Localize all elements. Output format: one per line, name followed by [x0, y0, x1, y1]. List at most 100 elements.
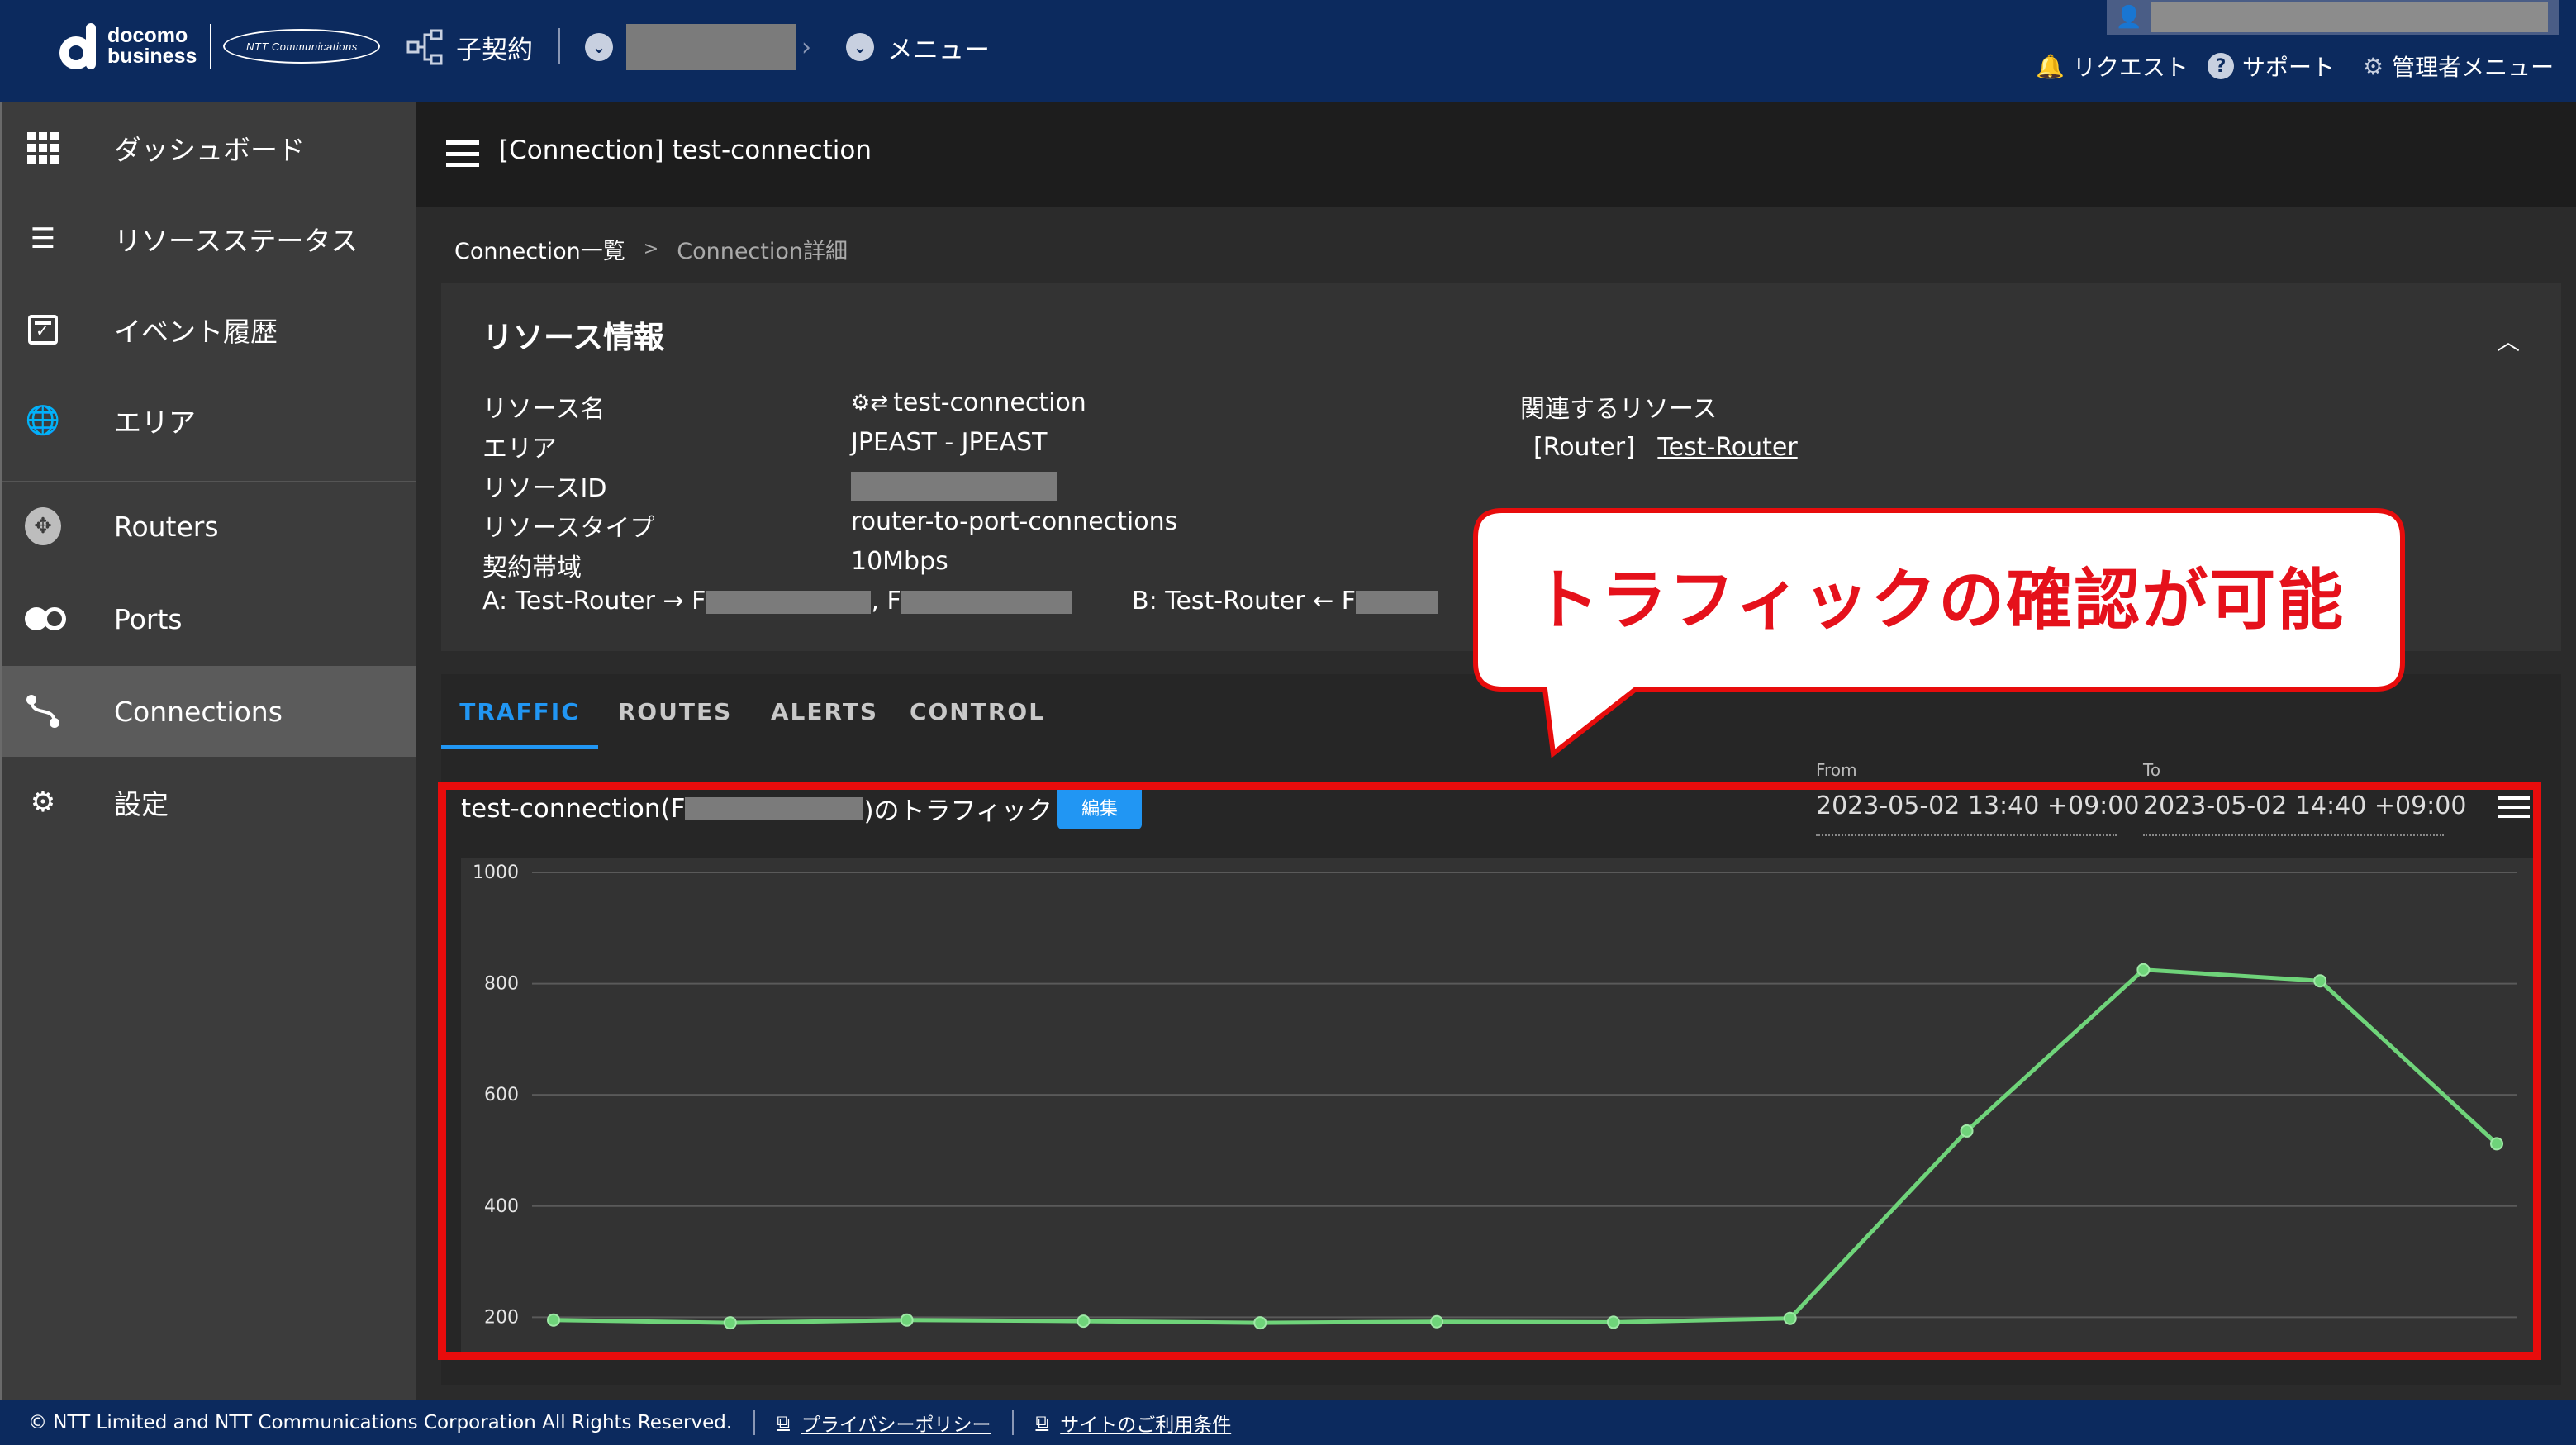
- callout-text: トラフィックの確認が可能: [1533, 562, 2345, 639]
- label-resource-id: リソースID: [482, 474, 607, 503]
- tenant-name-masked: [626, 24, 796, 70]
- sidebar-item-ports[interactable]: Ports: [2, 573, 416, 664]
- logo-text: docomo business: [107, 26, 197, 67]
- menu-button[interactable]: ⌄ メニュー: [846, 26, 990, 68]
- hamburger-menu-icon[interactable]: [446, 140, 479, 167]
- calendar-check-icon: [25, 311, 61, 348]
- tab-alerts[interactable]: ALERTS: [752, 674, 897, 749]
- router-icon: ✥: [25, 507, 61, 545]
- support-label: サポート: [2242, 54, 2336, 81]
- logo-line1: docomo: [107, 24, 188, 47]
- docomo-business-logo[interactable]: docomo business NTT Communications: [59, 23, 381, 69]
- breadcrumb-connection-list[interactable]: Connection一覧: [454, 233, 625, 265]
- external-link-icon: ⧉: [777, 1412, 790, 1433]
- resource-status-icon: ☰: [30, 222, 56, 255]
- logo-separator: [210, 24, 212, 69]
- footer-separator: [753, 1409, 756, 1435]
- tenant-selector[interactable]: ⌄ ›: [585, 24, 811, 70]
- globe-icon: 🌐: [25, 404, 61, 437]
- related-resource-type: [Router]: [1533, 433, 1635, 462]
- label-area: エリア: [482, 435, 557, 463]
- privacy-policy-label: プライバシーポリシー: [801, 1414, 991, 1436]
- tab-traffic[interactable]: TRAFFIC: [441, 674, 598, 749]
- terms-of-use-link[interactable]: ⧉ サイトのご利用条件: [1035, 1409, 1231, 1437]
- related-router-link[interactable]: Test-Router: [1657, 433, 1797, 462]
- sidebar: ダッシュボード ☰ リソースステータス イベント履歴 🌐 エリア ✥ Route…: [0, 102, 416, 1400]
- to-label: To: [2143, 760, 2161, 780]
- user-name-masked: [2151, 2, 2548, 32]
- sidebar-item-label: Routers: [114, 510, 219, 543]
- resource-info-heading: リソース情報: [482, 320, 665, 355]
- chevron-right-icon: ›: [801, 32, 811, 62]
- bell-icon: 🔔: [2036, 52, 2065, 80]
- label-resource-type: リソースタイプ: [482, 514, 655, 543]
- user-account-button[interactable]: 👤: [2107, 0, 2559, 35]
- endpoint-b-mask: [1356, 590, 1439, 614]
- resource-name-text: test-connection: [893, 388, 1086, 417]
- chevron-down-circle-icon: ⌄: [846, 33, 874, 61]
- header-separator: [558, 28, 560, 64]
- sub-contract-button[interactable]: 子契約: [406, 26, 533, 68]
- request-label: リクエスト: [2072, 54, 2189, 81]
- endpoint-b: B: Test-Router ← F: [1132, 587, 1439, 616]
- terms-of-use-label: サイトのご利用条件: [1060, 1414, 1232, 1436]
- related-router: [Router] Test-Router: [1533, 433, 1798, 462]
- user-icon: 👤: [2115, 5, 2143, 30]
- chevron-up-icon[interactable]: ︿: [2497, 324, 2520, 357]
- sidebar-item-label: リソースステータス: [114, 225, 359, 257]
- request-link[interactable]: 🔔 リクエスト: [2036, 48, 2189, 84]
- sidebar-item-settings[interactable]: ⚙ 設定: [2, 757, 416, 848]
- sidebar-item-dashboard[interactable]: ダッシュボード: [2, 102, 416, 193]
- sidebar-item-resource-status[interactable]: ☰ リソースステータス: [2, 193, 416, 284]
- hierarchy-icon: [406, 29, 443, 65]
- endpoint-b-prefix: B: Test-Router ← F: [1132, 587, 1357, 616]
- endpoint-a: A: Test-Router → F , F: [482, 587, 1072, 616]
- tab-control[interactable]: CONTROL: [897, 674, 1057, 749]
- ports-icon: [25, 601, 66, 637]
- endpoint-a-mid: , F: [871, 587, 901, 616]
- breadcrumb: Connection一覧 > Connection詳細: [454, 233, 848, 265]
- label-bandwidth: 契約帯域: [482, 554, 582, 582]
- admin-menu-label: 管理者メニュー: [2392, 54, 2555, 81]
- value-area: JPEAST - JPEAST: [851, 428, 1048, 457]
- page-titlebar: [Connection] test-connection: [416, 102, 2576, 207]
- value-resource-type: router-to-port-connections: [851, 507, 1178, 536]
- connection-icon: [25, 693, 61, 730]
- sidebar-item-connections[interactable]: Connections: [2, 666, 416, 757]
- sidebar-item-event-history[interactable]: イベント履歴: [2, 284, 416, 375]
- tab-routes[interactable]: ROUTES: [598, 674, 752, 749]
- value-resource-id-masked: [851, 471, 1057, 501]
- sidebar-item-label: イベント履歴: [114, 316, 278, 348]
- sub-contract-label: 子契約: [456, 35, 533, 65]
- top-header: docomo business NTT Communications 子契約 ⌄…: [0, 0, 2576, 102]
- label-related-resources: 関連するリソース: [1520, 395, 1718, 424]
- external-link-icon: ⧉: [1035, 1412, 1049, 1433]
- connection-type-icon: ⚙⇄: [851, 390, 889, 416]
- endpoint-a-mask-2: [901, 590, 1072, 614]
- endpoint-a-prefix: A: Test-Router → F: [482, 587, 706, 616]
- privacy-policy-link[interactable]: ⧉ プライバシーポリシー: [777, 1409, 991, 1437]
- footer-separator: [1012, 1409, 1015, 1435]
- dashboard-grid-icon: [25, 130, 61, 166]
- breadcrumb-separator: >: [643, 239, 659, 259]
- sidebar-item-area[interactable]: 🌐 エリア: [2, 375, 416, 466]
- traffic-highlight-frame: [438, 782, 2541, 1360]
- traffic-callout: トラフィックの確認が可能: [1471, 506, 2407, 758]
- gear-icon: ⚙: [30, 786, 56, 819]
- footer-copyright: © NTT Limited and NTT Communications Cor…: [28, 1411, 733, 1433]
- ntt-communications-logo: NTT Communications: [223, 29, 381, 64]
- admin-menu-link[interactable]: ⚙ 管理者メニュー: [2363, 48, 2554, 84]
- sidebar-item-label: 設定: [114, 788, 169, 820]
- value-bandwidth: 10Mbps: [851, 547, 948, 576]
- footer: © NTT Limited and NTT Communications Cor…: [0, 1400, 2576, 1445]
- label-resource-name: リソース名: [482, 395, 606, 424]
- breadcrumb-current: Connection詳細: [677, 239, 848, 264]
- question-icon: ?: [2208, 53, 2234, 79]
- gear-icon: ⚙: [2363, 52, 2384, 80]
- sidebar-item-routers[interactable]: ✥ Routers: [2, 481, 416, 572]
- menu-label: メニュー: [887, 35, 990, 65]
- value-resource-name: ⚙⇄ test-connection: [851, 388, 1086, 417]
- sidebar-item-label: Ports: [114, 602, 183, 635]
- support-link[interactable]: ? サポート: [2208, 48, 2335, 84]
- chevron-down-circle-icon: ⌄: [585, 33, 613, 61]
